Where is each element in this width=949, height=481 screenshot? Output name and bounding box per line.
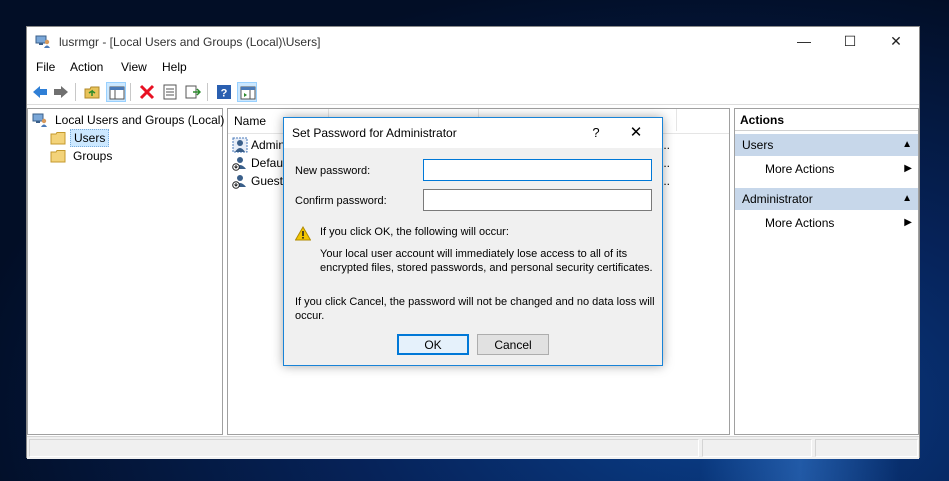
delete-icon[interactable]	[137, 82, 157, 102]
warning-body-line-1: Your local user account will immediately…	[320, 248, 628, 260]
tree-item-label: Users	[70, 129, 110, 147]
computer-users-icon	[32, 112, 48, 128]
status-segment	[815, 439, 918, 457]
ok-button[interactable]: OK	[397, 334, 469, 355]
menu-file[interactable]: File	[36, 60, 55, 74]
list-item-name: Admin	[251, 138, 286, 152]
menu-help[interactable]: Help	[162, 60, 187, 74]
collapse-caret-icon[interactable]: ▲	[902, 134, 912, 156]
up-folder-icon[interactable]	[82, 82, 102, 102]
collapse-caret-icon[interactable]: ▲	[902, 188, 912, 210]
new-password-field[interactable]	[423, 159, 652, 181]
computer-users-icon	[35, 35, 51, 49]
column-divider[interactable]	[676, 109, 677, 131]
new-password-label: New password:	[295, 165, 371, 177]
cancel-note-line-1: If you click Cancel, the password will n…	[295, 296, 655, 308]
status-segment	[702, 439, 812, 457]
action-more-actions-administrator[interactable]: More Actions	[765, 213, 834, 233]
back-arrow-icon[interactable]	[30, 82, 50, 102]
close-button[interactable]: ✕	[873, 27, 919, 57]
confirm-password-field[interactable]	[423, 189, 652, 211]
cancel-note-line-2: occur.	[295, 310, 325, 322]
show-hide-tree-icon[interactable]	[106, 82, 126, 102]
disabled-user-icon	[232, 155, 248, 171]
toolbar-separator	[75, 83, 76, 101]
confirm-password-label: Confirm password:	[295, 195, 387, 207]
actions-title: Actions	[735, 109, 918, 131]
action-group-users[interactable]: Users ▲	[735, 134, 918, 156]
submenu-arrow-icon[interactable]: ▶	[904, 159, 912, 179]
title-bar[interactable]: lusrmgr - [Local Users and Groups (Local…	[27, 27, 919, 57]
toolbar: ?	[27, 80, 919, 105]
action-group-label: Users	[742, 138, 774, 152]
maximize-button[interactable]: ☐	[827, 27, 873, 57]
properties-icon[interactable]	[160, 82, 180, 102]
forward-arrow-icon[interactable]	[51, 82, 71, 102]
warning-heading: If you click OK, the following will occu…	[320, 226, 509, 238]
warning-icon	[294, 225, 312, 244]
cancel-button[interactable]: Cancel	[477, 334, 549, 355]
actions-pane: Actions Users ▲ More Actions ▶ Administr…	[734, 108, 919, 435]
export-list-icon[interactable]	[183, 82, 203, 102]
disabled-user-icon	[232, 173, 248, 189]
menu-view[interactable]: View	[121, 60, 147, 74]
dialog-title: Set Password for Administrator	[292, 126, 457, 140]
set-password-dialog: Set Password for Administrator ? ✕ New p…	[283, 117, 663, 366]
dialog-title-bar[interactable]: Set Password for Administrator ? ✕	[284, 118, 662, 148]
list-item-name: Guest	[251, 174, 284, 188]
action-group-administrator[interactable]: Administrator ▲	[735, 188, 918, 210]
dialog-close-button[interactable]: ✕	[624, 123, 648, 143]
window-title: lusrmgr - [Local Users and Groups (Local…	[59, 35, 321, 49]
menu-action[interactable]: Action	[70, 60, 103, 74]
show-hide-action-pane-icon[interactable]	[237, 82, 257, 102]
folder-icon	[50, 148, 66, 164]
user-icon	[232, 137, 248, 153]
warning-body-line-2: encrypted files, stored passwords, and p…	[320, 262, 653, 274]
menu-bar: File Action View Help	[27, 57, 919, 79]
dialog-help-button[interactable]: ?	[586, 123, 606, 143]
toolbar-separator	[207, 83, 208, 101]
status-segment	[29, 439, 699, 457]
list-item-name: Defaul	[251, 156, 286, 170]
action-more-actions-users[interactable]: More Actions	[765, 159, 834, 179]
console-tree-pane: Local Users and Groups (Local) Users Gro…	[27, 108, 224, 435]
help-icon[interactable]: ?	[214, 82, 234, 102]
svg-text:?: ?	[221, 88, 228, 100]
column-header-name[interactable]: Name	[234, 114, 266, 128]
minimize-button[interactable]: —	[781, 27, 827, 57]
action-group-label: Administrator	[742, 192, 813, 206]
tree-item-label: Groups	[73, 149, 113, 163]
folder-icon	[50, 130, 66, 146]
submenu-arrow-icon[interactable]: ▶	[904, 213, 912, 233]
status-bar	[27, 436, 919, 459]
tree-root-label: Local Users and Groups (Local)	[55, 113, 225, 127]
toolbar-separator	[130, 83, 131, 101]
